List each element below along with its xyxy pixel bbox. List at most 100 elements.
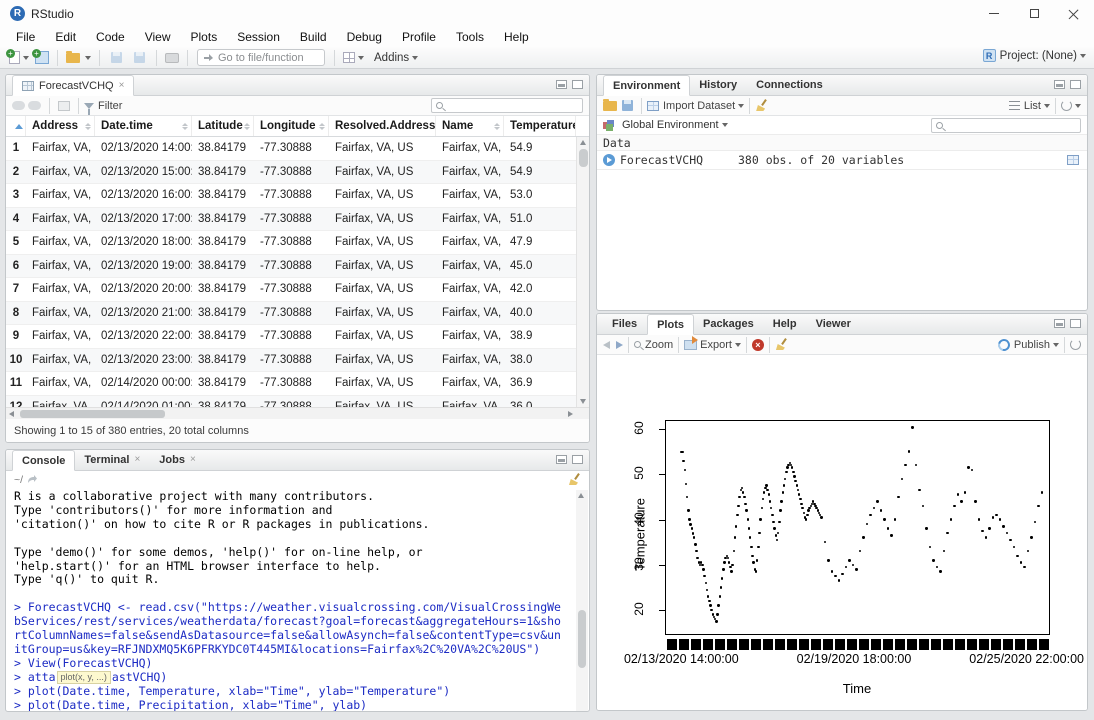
scroll-left-icon[interactable] bbox=[9, 411, 14, 417]
tab-plots[interactable]: Plots bbox=[647, 314, 694, 335]
maximize-pane-icon[interactable] bbox=[572, 80, 583, 89]
menu-build[interactable]: Build bbox=[290, 28, 337, 46]
expand-object-icon[interactable] bbox=[603, 154, 615, 166]
table-row[interactable]: 3Fairfax, VA, US02/13/2020 16:00:0038.84… bbox=[6, 184, 589, 208]
table-row[interactable]: 4Fairfax, VA, US02/13/2020 17:00:0038.84… bbox=[6, 208, 589, 232]
addins-button[interactable]: Addins bbox=[371, 51, 421, 65]
import-dataset-button[interactable]: Import Dataset bbox=[663, 100, 735, 112]
scroll-up-icon[interactable] bbox=[580, 140, 586, 145]
export-plot-button[interactable]: Export bbox=[700, 339, 732, 351]
scrollbar-thumb[interactable] bbox=[20, 410, 165, 418]
remove-plot-icon[interactable]: × bbox=[752, 339, 764, 351]
menu-tools[interactable]: Tools bbox=[446, 28, 494, 46]
load-workspace-icon[interactable] bbox=[603, 101, 617, 111]
refresh-plot-icon[interactable] bbox=[1070, 339, 1081, 350]
tab-environment[interactable]: Environment bbox=[603, 75, 690, 96]
tab-console[interactable]: Console bbox=[12, 450, 75, 471]
new-file-button[interactable]: + bbox=[6, 50, 32, 65]
save-workspace-icon[interactable] bbox=[622, 100, 633, 111]
table-row[interactable]: 2Fairfax, VA, US02/13/2020 15:00:0038.84… bbox=[6, 161, 589, 185]
project-menu-button[interactable]: R Project: (None) bbox=[983, 49, 1086, 62]
publish-button[interactable]: Publish bbox=[1014, 339, 1050, 351]
environment-search-box[interactable] bbox=[931, 118, 1081, 133]
menu-profile[interactable]: Profile bbox=[392, 28, 446, 46]
menu-help[interactable]: Help bbox=[494, 28, 539, 46]
tab-help[interactable]: Help bbox=[764, 313, 807, 334]
environment-object-row[interactable]: ForecastVCHQ 380 obs. of 20 variables bbox=[597, 151, 1087, 170]
menu-file[interactable]: File bbox=[6, 28, 45, 46]
scrollbar-thumb[interactable] bbox=[578, 610, 586, 668]
minimize-pane-icon[interactable] bbox=[1054, 80, 1065, 89]
minimize-pane-icon[interactable] bbox=[1054, 319, 1065, 328]
print-button[interactable] bbox=[162, 52, 182, 64]
goto-file-box[interactable] bbox=[197, 49, 325, 66]
clear-environment-icon[interactable] bbox=[755, 99, 768, 112]
tab-connections[interactable]: Connections bbox=[747, 74, 833, 95]
tab-terminal[interactable]: Terminal × bbox=[75, 449, 150, 470]
goto-directory-icon[interactable] bbox=[27, 475, 37, 484]
menu-code[interactable]: Code bbox=[86, 28, 135, 46]
view-data-icon[interactable] bbox=[1067, 155, 1079, 165]
table-row[interactable]: 8Fairfax, VA, US02/13/2020 21:00:0038.84… bbox=[6, 302, 589, 326]
save-all-button[interactable] bbox=[128, 51, 151, 64]
column-header-resolved-address[interactable]: Resolved.Address bbox=[329, 116, 436, 136]
close-tab-icon[interactable]: × bbox=[119, 80, 125, 91]
minimize-button[interactable] bbox=[974, 0, 1014, 27]
column-header-longitude[interactable]: Longitude bbox=[254, 116, 329, 136]
new-project-button[interactable]: + bbox=[32, 50, 52, 65]
column-header-date-time[interactable]: Date.time bbox=[95, 116, 192, 136]
environment-search-input[interactable] bbox=[943, 120, 1071, 131]
environment-scope-selector[interactable]: Global Environment bbox=[622, 119, 719, 131]
clear-console-icon[interactable] bbox=[568, 473, 581, 486]
save-button[interactable] bbox=[105, 51, 128, 64]
tab-packages[interactable]: Packages bbox=[694, 313, 764, 334]
previous-plot-icon[interactable] bbox=[603, 341, 610, 349]
maximize-pane-icon[interactable] bbox=[572, 455, 583, 464]
table-vertical-scrollbar[interactable] bbox=[576, 137, 589, 407]
menu-view[interactable]: View bbox=[135, 28, 181, 46]
filter-button[interactable]: Filter bbox=[98, 100, 122, 112]
table-row[interactable]: 11Fairfax, VA, US02/14/2020 00:00:0038.8… bbox=[6, 372, 589, 396]
column-header-rownum[interactable] bbox=[6, 116, 26, 136]
close-button[interactable] bbox=[1054, 0, 1094, 27]
console-output[interactable]: R is a collaborative project with many c… bbox=[6, 488, 581, 712]
maximize-pane-icon[interactable] bbox=[1070, 319, 1081, 328]
goto-file-input[interactable] bbox=[218, 52, 318, 64]
column-header-temperature[interactable]: Temperature bbox=[504, 116, 576, 136]
menu-edit[interactable]: Edit bbox=[45, 28, 86, 46]
scroll-right-icon[interactable] bbox=[568, 411, 573, 417]
pane-layout-button[interactable] bbox=[340, 51, 367, 64]
console-scrollbar[interactable] bbox=[576, 490, 588, 711]
table-row[interactable]: 10Fairfax, VA, US02/13/2020 23:00:0038.8… bbox=[6, 349, 589, 373]
tab-viewer[interactable]: Viewer bbox=[807, 313, 861, 334]
table-row[interactable]: 12Fairfax, VA, US02/14/2020 01:00:0038.8… bbox=[6, 396, 589, 408]
minimize-pane-icon[interactable] bbox=[556, 455, 567, 464]
tab-files[interactable]: Files bbox=[603, 313, 647, 334]
menu-plots[interactable]: Plots bbox=[181, 28, 228, 46]
tab-forecastvchq[interactable]: ForecastVCHQ × bbox=[12, 75, 134, 96]
table-search-box[interactable] bbox=[431, 98, 583, 113]
tab-history[interactable]: History bbox=[690, 74, 747, 95]
open-file-button[interactable] bbox=[63, 52, 94, 64]
clear-plots-icon[interactable] bbox=[775, 338, 788, 351]
table-row[interactable]: 9Fairfax, VA, US02/13/2020 22:00:0038.84… bbox=[6, 325, 589, 349]
table-row[interactable]: 5Fairfax, VA, US02/13/2020 18:00:0038.84… bbox=[6, 231, 589, 255]
back-icon[interactable] bbox=[12, 101, 25, 110]
refresh-icon[interactable] bbox=[1061, 100, 1072, 111]
menu-debug[interactable]: Debug bbox=[337, 28, 392, 46]
maximize-button[interactable] bbox=[1014, 0, 1054, 27]
scroll-up-icon[interactable] bbox=[578, 493, 584, 498]
minimize-pane-icon[interactable] bbox=[556, 80, 567, 89]
forward-icon[interactable] bbox=[28, 101, 41, 110]
close-tab-icon[interactable]: × bbox=[134, 454, 140, 465]
table-horizontal-scrollbar[interactable] bbox=[6, 407, 589, 419]
table-search-input[interactable] bbox=[443, 100, 573, 111]
scrollbar-thumb[interactable] bbox=[579, 149, 588, 167]
close-tab-icon[interactable]: × bbox=[190, 454, 196, 465]
maximize-pane-icon[interactable] bbox=[1070, 80, 1081, 89]
next-plot-icon[interactable] bbox=[616, 341, 623, 349]
column-header-address[interactable]: Address bbox=[26, 116, 95, 136]
table-row[interactable]: 1Fairfax, VA, US02/13/2020 14:00:0038.84… bbox=[6, 137, 589, 161]
zoom-plot-button[interactable]: Zoom bbox=[645, 339, 673, 351]
tab-jobs[interactable]: Jobs × bbox=[150, 449, 206, 470]
